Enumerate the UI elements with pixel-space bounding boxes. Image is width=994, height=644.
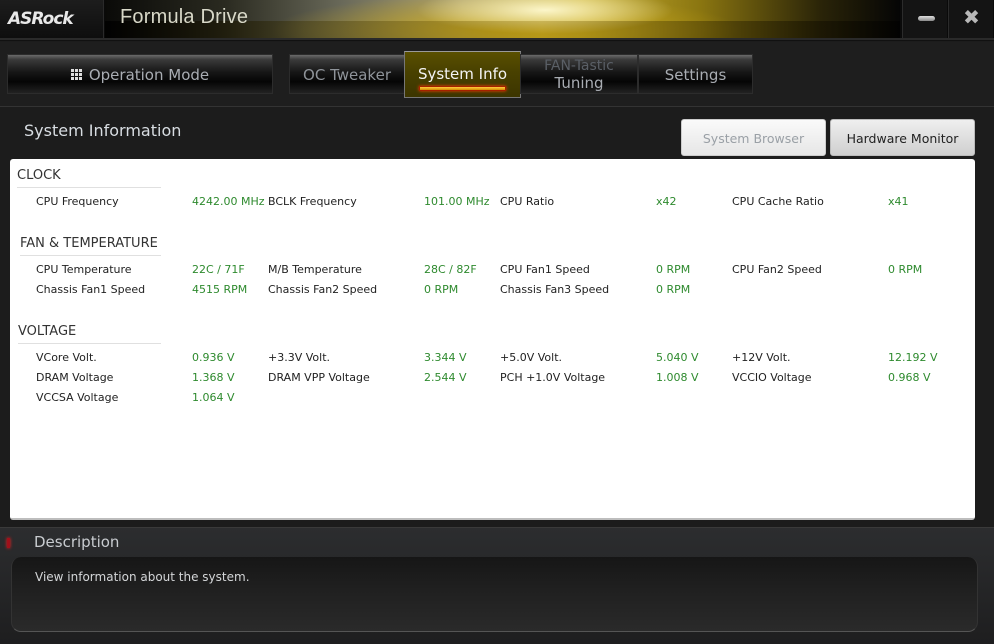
info-value: x41 xyxy=(888,195,909,208)
info-value: 1.008 V xyxy=(656,371,699,384)
info-row: DRAM Voltage 1.368 V DRAM VPP Voltage 2.… xyxy=(10,371,975,387)
operation-mode-label: Operation Mode xyxy=(88,66,210,84)
info-row: CPU Temperature 22C / 71F M/B Temperatur… xyxy=(10,263,975,279)
close-button[interactable]: ✖ xyxy=(948,0,993,38)
system-info-panel: CLOCK CPU Frequency 4242.00 MHz BCLK Fre… xyxy=(10,159,975,520)
info-value: 5.040 V xyxy=(656,351,699,364)
info-label: CPU Fan2 Speed xyxy=(732,263,822,276)
info-label: +5.0V Volt. xyxy=(500,351,562,364)
brand-logo: ASRock xyxy=(8,9,74,29)
brand-logo-box: ASRock xyxy=(0,0,104,38)
info-label: Chassis Fan2 Speed xyxy=(268,283,378,296)
info-label: VCCIO Voltage xyxy=(732,371,812,384)
info-row: VCCSA Voltage 1.064 V xyxy=(10,391,975,407)
description-title: Description xyxy=(34,533,120,551)
info-label: Chassis Fan3 Speed xyxy=(500,283,610,296)
info-row: CPU Frequency 4242.00 MHz BCLK Frequency… xyxy=(10,195,975,211)
title-divider xyxy=(0,38,994,41)
info-value: 0 RPM xyxy=(424,283,459,296)
info-label: PCH +1.0V Voltage xyxy=(500,371,606,384)
tab-label: OC Tweaker xyxy=(303,66,391,84)
info-label: Chassis Fan1 Speed xyxy=(36,283,146,296)
operation-mode-button[interactable]: Operation Mode xyxy=(7,54,273,94)
info-row: Chassis Fan1 Speed 4515 RPM Chassis Fan2… xyxy=(10,283,975,299)
info-value: 1.368 V xyxy=(192,371,235,384)
group-title-voltage: VOLTAGE xyxy=(18,324,161,344)
section-title: System Information xyxy=(24,121,182,140)
info-value: 4515 RPM xyxy=(192,283,248,296)
info-value: 0 RPM xyxy=(656,283,691,296)
info-label: DRAM Voltage xyxy=(36,371,114,384)
info-label: DRAM VPP Voltage xyxy=(268,371,370,384)
tab-label-line2: Tuning xyxy=(554,74,604,92)
info-value: 0.968 V xyxy=(888,371,931,384)
tab-label: Settings xyxy=(664,66,727,84)
active-tab-indicator xyxy=(419,86,506,91)
info-value: x42 xyxy=(656,195,677,208)
minimize-button[interactable] xyxy=(902,0,947,38)
tab-system-info[interactable]: System Info xyxy=(404,51,521,98)
info-value: 3.344 V xyxy=(424,351,467,364)
description-marker-icon xyxy=(7,538,10,548)
system-browser-button[interactable]: System Browser xyxy=(681,119,826,156)
info-value: 1.064 V xyxy=(192,391,235,404)
hardware-monitor-button[interactable]: Hardware Monitor xyxy=(830,119,975,156)
tab-fan-tastic-tuning[interactable]: FAN-Tastic Tuning xyxy=(520,54,638,94)
info-label: BCLK Frequency xyxy=(268,195,357,208)
info-label: M/B Temperature xyxy=(268,263,362,276)
grid-icon xyxy=(70,68,82,80)
info-value: 0 RPM xyxy=(888,263,923,276)
info-row: VCore Volt. 0.936 V +3.3V Volt. 3.344 V … xyxy=(10,351,975,367)
info-label: +3.3V Volt. xyxy=(268,351,330,364)
info-value: 101.00 MHz xyxy=(424,195,490,208)
info-label: CPU Cache Ratio xyxy=(732,195,824,208)
description-box: View information about the system. xyxy=(11,557,978,632)
info-label: CPU Ratio xyxy=(500,195,555,208)
main-nav: Operation Mode OC Tweaker System Info FA… xyxy=(0,42,994,106)
tab-label: System Info xyxy=(417,65,508,83)
info-label: CPU Fan1 Speed xyxy=(500,263,590,276)
minimize-icon xyxy=(918,16,935,21)
group-title-clock: CLOCK xyxy=(17,168,161,188)
info-value: 22C / 71F xyxy=(192,263,245,276)
tab-oc-tweaker[interactable]: OC Tweaker xyxy=(289,54,405,94)
tab-settings[interactable]: Settings xyxy=(638,54,753,94)
info-value: 4242.00 MHz xyxy=(192,195,265,208)
info-label: VCCSA Voltage xyxy=(36,391,119,404)
description-area: Description View information about the s… xyxy=(0,527,994,644)
info-value: 2.544 V xyxy=(424,371,467,384)
description-text: View information about the system. xyxy=(35,570,250,584)
title-bar: ASRock Formula Drive ✖ xyxy=(0,0,994,38)
group-title-fan-temperature: FAN & TEMPERATURE xyxy=(20,236,161,256)
close-icon: ✖ xyxy=(963,5,980,29)
app-title: Formula Drive xyxy=(120,6,249,28)
info-label: CPU Frequency xyxy=(36,195,119,208)
info-label: VCore Volt. xyxy=(36,351,97,364)
info-value: 28C / 82F xyxy=(424,263,477,276)
info-value: 0.936 V xyxy=(192,351,235,364)
info-value: 12.192 V xyxy=(888,351,938,364)
nav-divider xyxy=(0,106,994,107)
info-value: 0 RPM xyxy=(656,263,691,276)
info-label: CPU Temperature xyxy=(36,263,132,276)
tab-label-line1: FAN-Tastic xyxy=(544,58,614,74)
info-label: +12V Volt. xyxy=(732,351,791,364)
